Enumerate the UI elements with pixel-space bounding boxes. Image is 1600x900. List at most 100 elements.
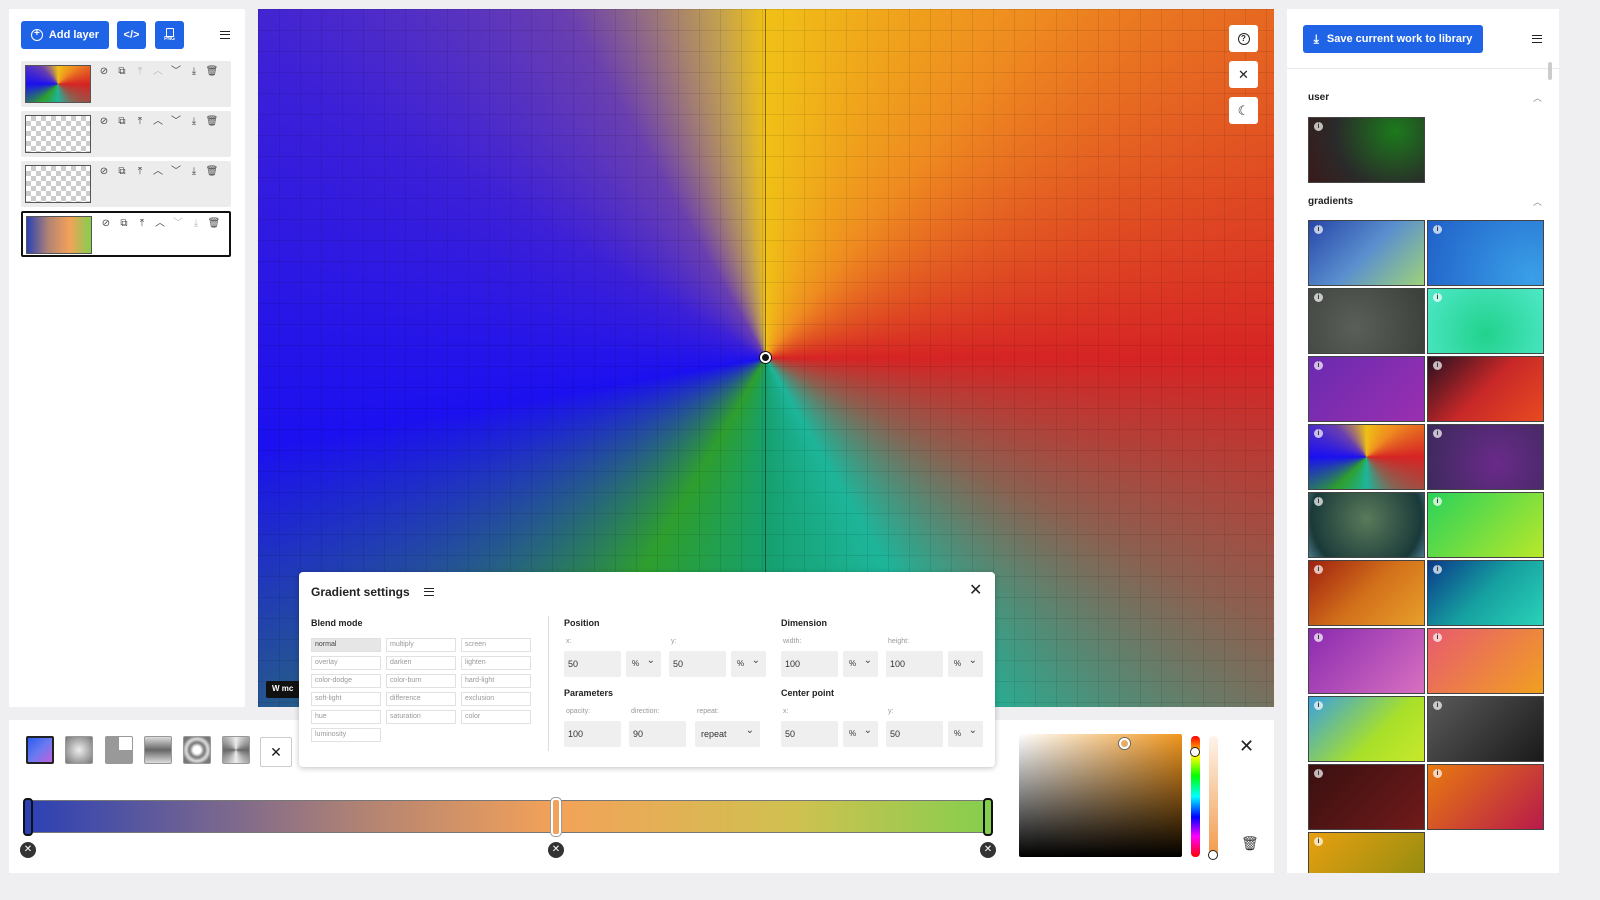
library-swatch[interactable]: i (1427, 424, 1544, 490)
move-bottom-icon[interactable]: ⤓ (187, 166, 201, 178)
color-stop-handle[interactable] (551, 798, 561, 836)
alpha-slider-knob[interactable] (1208, 849, 1218, 860)
move-down-icon[interactable]: ﹀ (171, 218, 185, 230)
layer-thumbnail[interactable] (25, 65, 91, 103)
width-unit-select[interactable]: % (843, 648, 878, 677)
layer-row[interactable]: ⊘ ⧉ ⤒ ︿ ﹀ ⤓ 🗑 (21, 111, 231, 157)
gradient-center-handle[interactable] (760, 352, 771, 363)
duplicate-icon[interactable]: ⧉ (115, 66, 129, 78)
settings-menu-icon[interactable] (424, 588, 434, 596)
library-swatch[interactable]: i (1308, 628, 1425, 694)
help-button[interactable]: ? (1229, 25, 1258, 52)
duplicate-icon[interactable]: ⧉ (115, 166, 129, 178)
linear-type-button[interactable] (26, 736, 54, 764)
repeating-linear-type-button[interactable] (144, 736, 172, 764)
info-icon[interactable]: i (1314, 122, 1323, 131)
center-y-input[interactable]: 50 (886, 721, 943, 747)
info-icon[interactable]: i (1433, 497, 1442, 506)
info-icon[interactable]: i (1314, 429, 1323, 438)
blend-option-saturation[interactable]: saturation (386, 710, 456, 724)
info-icon[interactable]: i (1314, 633, 1323, 642)
move-up-icon[interactable]: ︿ (151, 66, 165, 78)
info-icon[interactable]: i (1433, 565, 1442, 574)
close-button[interactable]: ✕ (1229, 61, 1258, 88)
info-icon[interactable]: i (1433, 769, 1442, 778)
color-picker-cursor[interactable] (1119, 738, 1130, 749)
library-swatch[interactable]: i (1427, 696, 1544, 762)
trash-icon[interactable]: 🗑 (205, 116, 219, 128)
blend-option-hue[interactable]: hue (311, 710, 381, 724)
blend-option-difference[interactable]: difference (386, 692, 456, 706)
library-swatch[interactable]: i (1308, 288, 1425, 354)
eye-off-icon[interactable]: ⊘ (99, 218, 113, 230)
blend-option-hard-light[interactable]: hard-light (461, 674, 531, 688)
info-icon[interactable]: i (1433, 429, 1442, 438)
library-menu-icon[interactable] (1532, 35, 1542, 43)
eye-off-icon[interactable]: ⊘ (97, 66, 111, 78)
blend-option-normal[interactable]: normal (311, 638, 381, 652)
library-swatch[interactable]: i (1308, 560, 1425, 626)
color-picker-area[interactable] (1019, 734, 1182, 857)
close-type-button[interactable]: ✕ (260, 737, 292, 767)
layer-thumbnail[interactable] (25, 165, 91, 203)
alpha-slider[interactable] (1209, 736, 1218, 857)
eye-off-icon[interactable]: ⊘ (97, 116, 111, 128)
trash-icon[interactable]: 🗑 (205, 166, 219, 178)
center-y-unit-select[interactable]: % (948, 718, 983, 747)
library-swatch[interactable]: i (1427, 628, 1544, 694)
move-bottom-icon[interactable]: ⤓ (189, 218, 203, 230)
trash-icon[interactable]: 🗑 (205, 66, 219, 78)
height-unit-select[interactable]: % (948, 648, 983, 677)
library-swatch[interactable]: i (1427, 764, 1544, 830)
remove-stop-button[interactable]: ✕ (980, 842, 996, 858)
blend-option-screen[interactable]: screen (461, 638, 531, 652)
layer-row[interactable]: ⊘ ⧉ ⤒ ︿ ﹀ ⤓ 🗑 (21, 211, 231, 257)
position-x-unit-select[interactable]: % (626, 648, 661, 677)
move-up-icon[interactable]: ︿ (151, 116, 165, 128)
close-picker-button[interactable]: ✕ (1239, 736, 1254, 757)
info-icon[interactable]: i (1433, 701, 1442, 710)
blend-option-color-burn[interactable]: color-burn (386, 674, 456, 688)
library-swatch[interactable]: i (1427, 356, 1544, 422)
library-swatch[interactable]: i (1308, 356, 1425, 422)
move-top-icon[interactable]: ⤒ (133, 166, 147, 178)
info-icon[interactable]: i (1314, 769, 1323, 778)
library-swatch[interactable]: i (1427, 560, 1544, 626)
move-down-icon[interactable]: ﹀ (169, 166, 183, 178)
move-top-icon[interactable]: ⤒ (133, 66, 147, 78)
position-y-input[interactable]: 50 (669, 651, 726, 677)
blend-option-lighten[interactable]: lighten (461, 656, 531, 670)
delete-stop-button[interactable]: 🗑 (1241, 835, 1259, 852)
info-icon[interactable]: i (1433, 361, 1442, 370)
repeating-conic-type-button[interactable] (222, 736, 250, 764)
export-png-button[interactable]: PNG (155, 21, 184, 49)
layer-thumbnail[interactable] (25, 115, 91, 153)
blend-option-overlay[interactable]: overlay (311, 656, 381, 670)
center-x-unit-select[interactable]: % (843, 718, 878, 747)
duplicate-icon[interactable]: ⧉ (115, 116, 129, 128)
library-swatch[interactable]: i (1308, 764, 1425, 830)
blend-option-exclusion[interactable]: exclusion (461, 692, 531, 706)
info-icon[interactable]: i (1433, 633, 1442, 642)
eye-off-icon[interactable]: ⊘ (97, 166, 111, 178)
move-down-icon[interactable]: ﹀ (169, 66, 183, 78)
chevron-up-icon[interactable]: ︿ (1533, 91, 1542, 104)
hue-slider-knob[interactable] (1190, 746, 1200, 757)
conic-type-button[interactable] (105, 736, 133, 764)
opacity-input[interactable]: 100 (564, 721, 621, 747)
info-icon[interactable]: i (1433, 293, 1442, 302)
library-swatch[interactable]: i (1308, 832, 1425, 873)
library-swatch[interactable]: i (1308, 492, 1425, 558)
center-x-input[interactable]: 50 (781, 721, 838, 747)
save-to-library-button[interactable]: ⤓ Save current work to library (1303, 25, 1483, 53)
duplicate-icon[interactable]: ⧉ (117, 218, 131, 230)
info-icon[interactable]: i (1314, 293, 1323, 302)
move-up-icon[interactable]: ︿ (153, 218, 167, 230)
position-y-unit-select[interactable]: % (731, 648, 766, 677)
close-dialog-button[interactable]: ✕ (969, 580, 982, 600)
library-swatch[interactable]: i (1308, 220, 1425, 286)
width-input[interactable]: 100 (781, 651, 838, 677)
color-stop-handle[interactable] (23, 798, 33, 836)
blend-option-luminosity[interactable]: luminosity (311, 728, 381, 742)
dark-mode-button[interactable]: ☾ (1229, 97, 1258, 124)
